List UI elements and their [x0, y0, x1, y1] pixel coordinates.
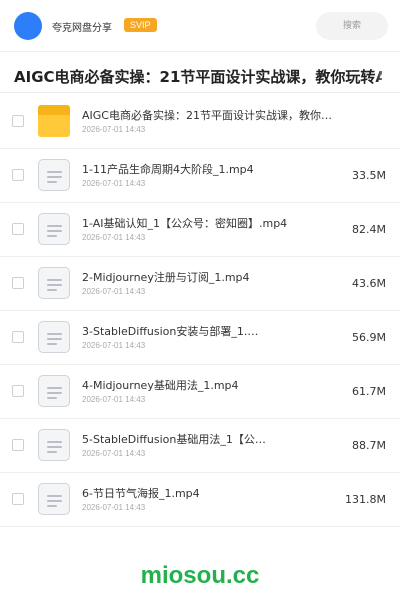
file-name: 1-AI基础认知_1【公众号：密知圈】.mp4: [82, 217, 288, 230]
watermark: miosou.cc: [140, 562, 260, 589]
file-date: 2026-07-01 14:43: [82, 125, 146, 134]
file-size: 61.7M: [352, 385, 386, 398]
document-icon: [38, 375, 70, 407]
file-row[interactable]: 4-Midjourney基础用法_1.mp4 2026-07-01 14:43 …: [0, 365, 400, 419]
file-row[interactable]: 1-AI基础认知_1【公众号：密知圈】.mp4 2026-07-01 14:43…: [0, 203, 400, 257]
document-icon: [38, 321, 70, 353]
file-name: 4-Midjourney基础用法_1.mp4: [82, 379, 239, 392]
row-checkbox[interactable]: [12, 277, 24, 289]
file-name: 3-StableDiffusion安装与部署_1.…: [82, 325, 259, 338]
file-name: 2-Midjourney注册与订阅_1.mp4: [82, 271, 250, 284]
file-row[interactable]: 6-节日节气海报_1.mp4 2026-07-01 14:43 131.8M: [0, 473, 400, 527]
file-name: 1-11产品生命周期4大阶段_1.mp4: [82, 163, 254, 176]
file-size: 33.5M: [352, 169, 386, 182]
file-size: 43.6M: [352, 277, 386, 290]
file-date: 2026-07-01 14:43: [82, 287, 146, 296]
file-date: 2026-07-01 14:43: [82, 395, 146, 404]
file-date: 2026-07-01 14:43: [82, 179, 146, 188]
file-row[interactable]: 2-Midjourney注册与订阅_1.mp4 2026-07-01 14:43…: [0, 257, 400, 311]
file-name: 5-StableDiffusion基础用法_1【公…: [82, 433, 266, 446]
file-date: 2026-07-01 14:43: [82, 341, 146, 350]
share-page: 夸克网盘分享 SVIP 搜索 AIGC电商必备实操：21节平面设计实战课，教你玩…: [0, 0, 400, 600]
row-checkbox[interactable]: [12, 223, 24, 235]
row-checkbox[interactable]: [12, 493, 24, 505]
file-name: AIGC电商必备实操：21节平面设计实战课，教你玩…: [82, 109, 340, 122]
document-icon: [38, 267, 70, 299]
top-bar: 夸克网盘分享 SVIP 搜索: [0, 0, 400, 52]
file-date: 2026-07-01 14:43: [82, 233, 146, 242]
document-icon: [38, 483, 70, 515]
row-checkbox[interactable]: [12, 115, 24, 127]
file-row[interactable]: 1-11产品生命周期4大阶段_1.mp4 2026-07-01 14:43 33…: [0, 149, 400, 203]
row-checkbox[interactable]: [12, 169, 24, 181]
file-row[interactable]: 3-StableDiffusion安装与部署_1.… 2026-07-01 14…: [0, 311, 400, 365]
file-size: 56.9M: [352, 331, 386, 344]
row-checkbox[interactable]: [12, 385, 24, 397]
file-list: AIGC电商必备实操：21节平面设计实战课，教你玩… 2026-07-01 14…: [0, 95, 400, 527]
file-row[interactable]: 5-StableDiffusion基础用法_1【公… 2026-07-01 14…: [0, 419, 400, 473]
document-icon: [38, 213, 70, 245]
username: 夸克网盘分享: [52, 23, 112, 34]
file-name: 6-节日节气海报_1.mp4: [82, 487, 200, 500]
file-size: 131.8M: [345, 493, 386, 506]
file-row-folder[interactable]: AIGC电商必备实操：21节平面设计实战课，教你玩… 2026-07-01 14…: [0, 95, 400, 149]
title-fade: [376, 64, 392, 86]
document-icon: [38, 159, 70, 191]
svip-badge: SVIP: [124, 18, 157, 32]
file-date: 2026-07-01 14:43: [82, 503, 146, 512]
title-divider: [0, 92, 400, 93]
row-checkbox[interactable]: [12, 331, 24, 343]
file-size: 82.4M: [352, 223, 386, 236]
folder-icon: [38, 105, 70, 137]
file-date: 2026-07-01 14:43: [82, 449, 146, 458]
file-size: 88.7M: [352, 439, 386, 452]
document-icon: [38, 429, 70, 461]
avatar[interactable]: [14, 12, 42, 40]
row-checkbox[interactable]: [12, 439, 24, 451]
search-input[interactable]: 搜索: [316, 12, 388, 40]
page-title: AIGC电商必备实操：21节平面设计实战课，教你玩转AI: [14, 68, 382, 86]
